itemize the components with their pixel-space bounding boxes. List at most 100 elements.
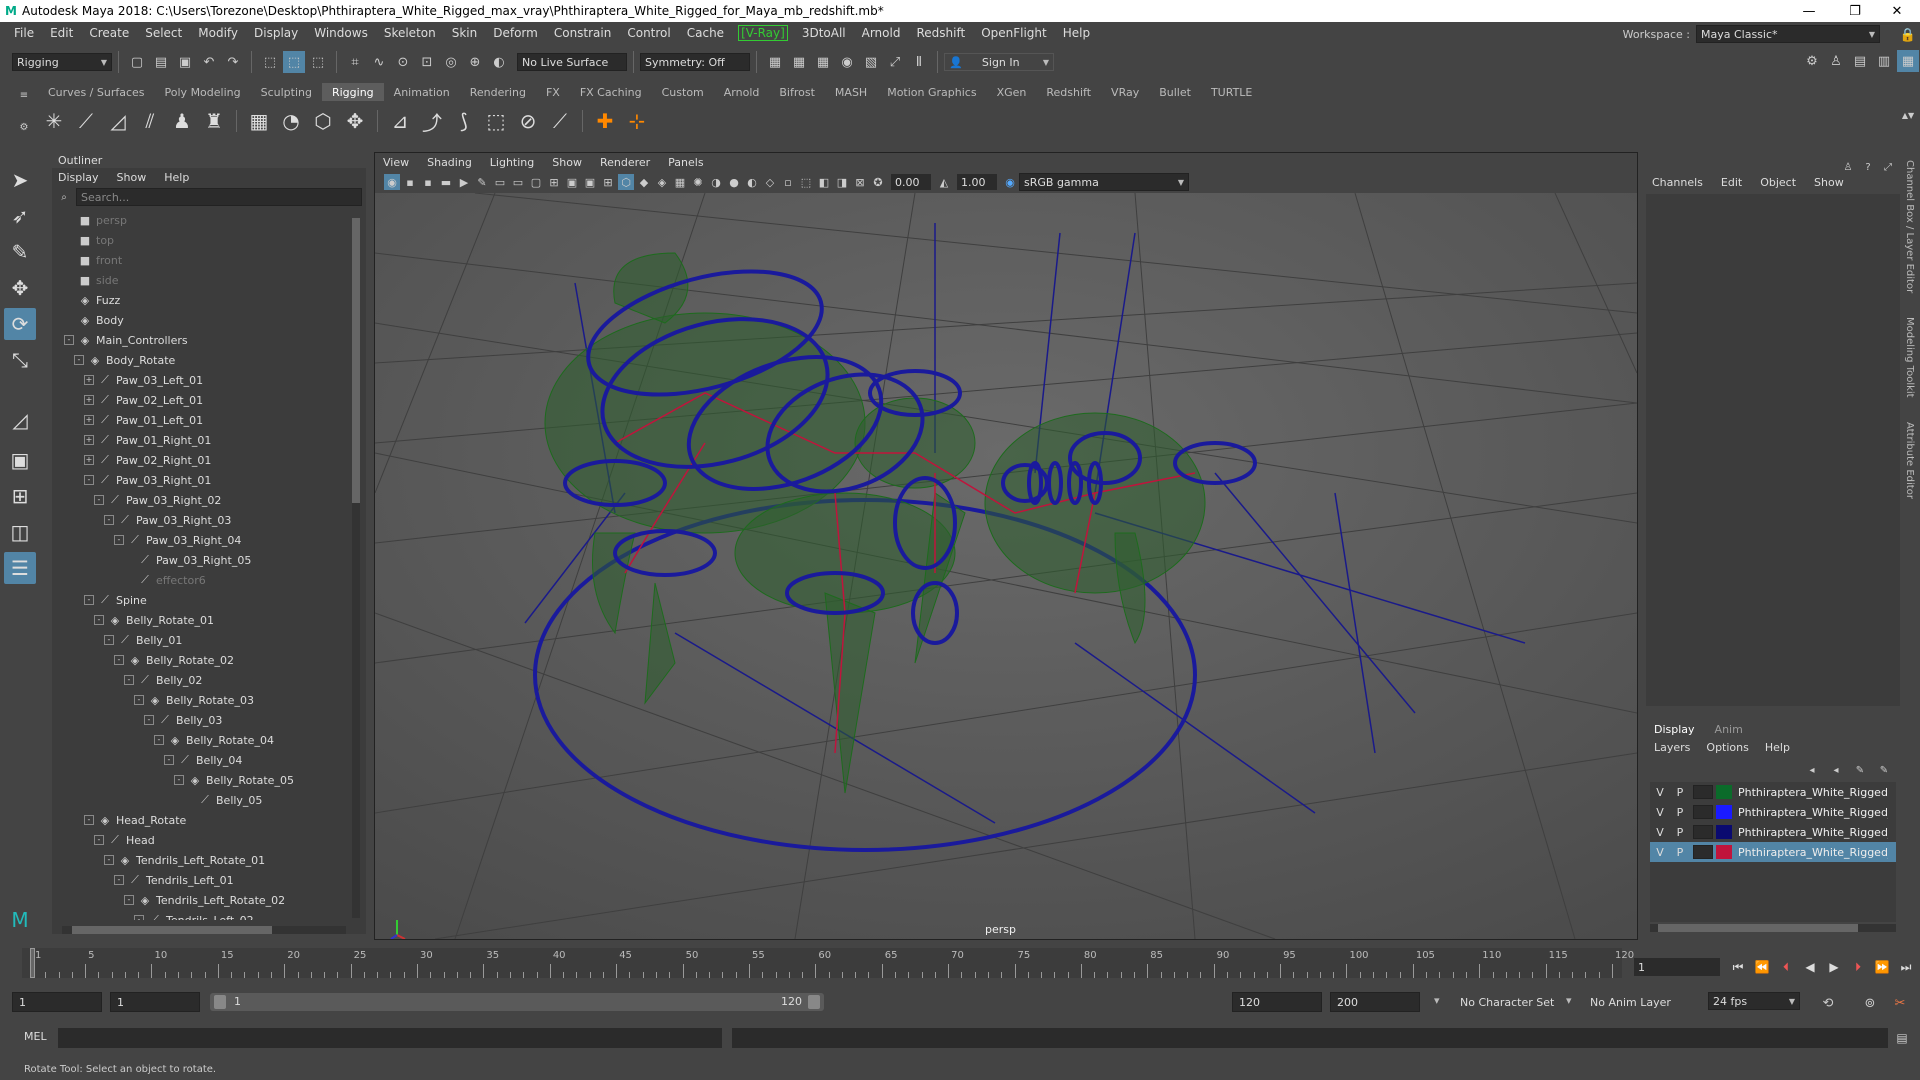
select-tool-icon[interactable]: ➤ <box>4 164 36 196</box>
quick-rig-icon[interactable]: ♟ <box>167 106 197 136</box>
layer-visibility-toggle[interactable]: V <box>1650 786 1670 799</box>
layer-hscrollbar[interactable] <box>1650 924 1896 932</box>
anim-prefs-icon[interactable]: ✂ <box>1889 992 1911 1014</box>
expand-toggle-icon[interactable]: - <box>94 495 104 505</box>
range-slider[interactable]: 1 120 <box>210 993 824 1011</box>
outliner-item[interactable]: - ⟋ Belly_01 <box>52 630 352 650</box>
workspace-dropdown[interactable]: Maya Classic* ▼ <box>1696 25 1880 43</box>
parent-constraint-icon[interactable]: ⟋ <box>545 106 575 136</box>
character-set-label[interactable]: No Character Set <box>1460 996 1554 1009</box>
smooth-shade-icon[interactable]: ◆ <box>636 174 652 190</box>
outliner-item[interactable]: - ⟋ Belly_03 <box>52 710 352 730</box>
channel-box-menu-channels[interactable]: Channels <box>1652 176 1703 189</box>
scroll-thumb[interactable] <box>1658 924 1858 932</box>
move-layer-up-icon[interactable]: ◂ <box>1803 762 1821 778</box>
outliner-item[interactable]: - ⟋ Tendrils_Left_01 <box>52 870 352 890</box>
save-scene-icon[interactable]: ▣ <box>174 51 196 73</box>
screen-space-ao-icon[interactable]: ● <box>726 174 742 190</box>
shelf-tab-xgen[interactable]: XGen <box>987 83 1037 101</box>
expand-toggle-icon[interactable]: - <box>94 835 104 845</box>
insert-joint-icon[interactable]: ⟋ <box>71 106 101 136</box>
shelf-tab-fx[interactable]: FX <box>536 83 570 101</box>
new-scene-icon[interactable]: ▢ <box>126 51 148 73</box>
colorspace-dropdown[interactable]: sRGB gamma ▼ <box>1019 173 1189 191</box>
menu-cache[interactable]: Cache <box>679 26 732 40</box>
outliner-item[interactable]: ◈ Body <box>52 310 352 330</box>
menu-display[interactable]: Display <box>246 26 306 40</box>
script-editor-icon[interactable]: ▤ <box>1891 1027 1913 1049</box>
layer-playback-toggle[interactable]: P <box>1670 846 1690 859</box>
menu-modify[interactable]: Modify <box>190 26 246 40</box>
expand-toggle-icon[interactable]: + <box>84 415 94 425</box>
outliner-item[interactable]: - ◈ Tendrils_Left_Rotate_02 <box>52 890 352 910</box>
menu-skin[interactable]: Skin <box>444 26 486 40</box>
outliner-item[interactable]: + ⟋ Paw_02_Left_01 <box>52 390 352 410</box>
loop-icon[interactable]: ⟲ <box>1817 992 1839 1014</box>
expand-toggle-icon[interactable]: - <box>164 755 174 765</box>
current-time-indicator[interactable] <box>30 948 35 978</box>
hypershade-icon[interactable]: ◉ <box>836 51 858 73</box>
animation-end-field[interactable]: 200 <box>1330 992 1420 1012</box>
menu-edit[interactable]: Edit <box>42 26 81 40</box>
ik-handle-icon[interactable]: ◿ <box>103 106 133 136</box>
pause-icon[interactable]: Ⅱ <box>908 51 930 73</box>
outliner-item[interactable]: - ◈ Body_Rotate <box>52 350 352 370</box>
menu-3dtoall[interactable]: 3DtoAll <box>794 26 854 40</box>
menu-deform[interactable]: Deform <box>485 26 546 40</box>
single-view-icon[interactable]: ▣ <box>4 444 36 476</box>
outliner-item[interactable]: + ⟋ Paw_01_Right_01 <box>52 430 352 450</box>
rotate-tool-icon[interactable]: ⟳ <box>4 308 36 340</box>
snap-view-icon[interactable]: ⊡ <box>416 51 438 73</box>
ik-spline-icon[interactable]: ⫽ <box>135 106 165 136</box>
menu-create[interactable]: Create <box>81 26 137 40</box>
camera-attributes-icon[interactable]: ▪ <box>402 174 418 190</box>
exposure-field[interactable]: 0.00 <box>891 174 931 190</box>
shelf-tab-vray[interactable]: VRay <box>1101 83 1149 101</box>
two-view-icon[interactable]: ◫ <box>4 516 36 548</box>
layer-menu-layers[interactable]: Layers <box>1654 741 1690 754</box>
play-forward-icon[interactable]: ▶ <box>1823 956 1845 978</box>
live-surface-field[interactable]: No Live Surface <box>517 53 627 71</box>
layer-visibility-toggle[interactable]: V <box>1650 826 1670 839</box>
side-tab-attribute-editor[interactable]: Attribute Editor <box>1904 422 1915 499</box>
shelf-tab-rigging[interactable]: Rigging <box>321 83 384 101</box>
time-slider[interactable]: 1 5 10 15 20 25 30 35 40 45 50 55 60 65 70 75 80 85 90 95 10… <box>22 948 1634 978</box>
expand-toggle-icon[interactable]: - <box>114 655 124 665</box>
viewport-menu-renderer[interactable]: Renderer <box>600 156 650 169</box>
layer-row[interactable]: V P Phthiraptera_White_Rigged_B <box>1650 842 1896 862</box>
shelf-tab-poly-modeling[interactable]: Poly Modeling <box>155 83 251 101</box>
isolate-select-icon[interactable]: ⬚ <box>798 174 814 190</box>
shelf-tab-turtle[interactable]: TURTLE <box>1201 83 1262 101</box>
move-layer-down-icon[interactable]: ◂ <box>1827 762 1845 778</box>
shelf-tab-mash[interactable]: MASH <box>825 83 877 101</box>
shelf-tab-bifrost[interactable]: Bifrost <box>769 83 825 101</box>
anim-layer-label[interactable]: No Anim Layer <box>1590 996 1671 1009</box>
snap-surface-icon[interactable]: ◎ <box>440 51 462 73</box>
select-component-icon[interactable]: ⬚ <box>307 51 329 73</box>
four-view-icon[interactable]: ⊞ <box>4 480 36 512</box>
locator-icon[interactable]: ✚ <box>590 106 620 136</box>
outliner-layout-icon[interactable]: ☰ <box>4 552 36 584</box>
layer-visibility-toggle[interactable]: V <box>1650 846 1670 859</box>
motion-blur-icon[interactable]: ◐ <box>744 174 760 190</box>
outliner-item[interactable]: - ⟋ Paw_03_Right_02 <box>52 490 352 510</box>
chevron-down-icon[interactable]: ▾ <box>1434 994 1440 1007</box>
field-chart-icon[interactable]: ⊞ <box>546 174 562 190</box>
anti-aliasing-icon[interactable]: ◇ <box>762 174 778 190</box>
menu-file[interactable]: File <box>6 26 42 40</box>
go-to-end-icon[interactable]: ⏭ <box>1895 956 1917 978</box>
modeling-toolkit-icon[interactable]: ⚙ <box>1801 50 1823 72</box>
snap-point-icon[interactable]: ⊙ <box>392 51 414 73</box>
2d-pan-icon[interactable]: ▶ <box>456 174 472 190</box>
lasso-tool-icon[interactable]: ➶ <box>4 200 36 232</box>
layer-display-type-toggle[interactable] <box>1693 845 1713 859</box>
outliner-item[interactable]: + ⟋ Paw_01_Left_01 <box>52 410 352 430</box>
expand-toggle-icon[interactable]: + <box>84 375 94 385</box>
tool-settings-icon[interactable]: ▥ <box>1873 50 1895 72</box>
channel-box-icon[interactable]: ▦ <box>1897 50 1919 72</box>
channel-box-menu-edit[interactable]: Edit <box>1721 176 1742 189</box>
bookmark-icon[interactable]: ▪ <box>420 174 436 190</box>
attribute-editor-icon[interactable]: ▤ <box>1849 50 1871 72</box>
outliner-item[interactable]: - ⟋ Tendrils_Left_02 <box>52 910 352 920</box>
create-joint-icon[interactable]: ✳ <box>39 106 69 136</box>
